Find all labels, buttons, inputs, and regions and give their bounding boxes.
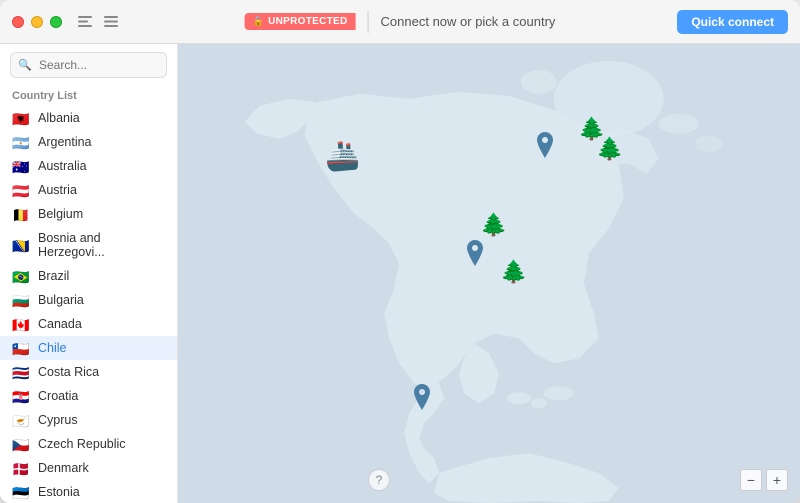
country-item[interactable]: 🇨🇦 Canada xyxy=(0,312,177,336)
titlebar: UNPROTECTED Connect now or pick a countr… xyxy=(0,0,800,44)
country-item[interactable]: 🇧🇦 Bosnia and Herzegovi... xyxy=(0,226,177,264)
map-area: 🌲 🌲 🌲 🌲 🚢 ? − + xyxy=(178,44,800,503)
country-flag: 🇩🇰 xyxy=(12,462,30,475)
submarine-icon: 🚢 xyxy=(324,138,362,174)
zoom-out-button[interactable]: − xyxy=(740,469,762,491)
country-name: Estonia xyxy=(38,485,80,499)
country-flag: 🇪🇪 xyxy=(12,486,30,499)
search-box: 🔍 xyxy=(10,52,167,78)
country-item[interactable]: 🇦🇱 Albania xyxy=(0,106,177,130)
country-item[interactable]: 🇩🇰 Denmark xyxy=(0,456,177,480)
close-button[interactable] xyxy=(12,16,24,28)
minimize-button[interactable] xyxy=(31,16,43,28)
tree-icon-3: 🌲 xyxy=(480,212,507,238)
country-name: Austria xyxy=(38,183,77,197)
quick-connect-button[interactable]: Quick connect xyxy=(677,10,788,34)
country-item[interactable]: 🇨🇿 Czech Republic xyxy=(0,432,177,456)
titlebar-icons xyxy=(76,13,120,31)
tree-icon-2: 🌲 xyxy=(596,136,623,162)
main-content: 🔍 Country List 🇦🇱 Albania 🇦🇷 Argentina 🇦🇺 Aus… xyxy=(0,44,800,503)
status-badge: UNPROTECTED xyxy=(245,13,356,30)
country-flag: 🇭🇷 xyxy=(12,390,30,403)
country-flag: 🇧🇪 xyxy=(12,208,30,221)
traffic-lights xyxy=(12,16,62,28)
country-item[interactable]: 🇦🇷 Argentina xyxy=(0,130,177,154)
country-item[interactable]: 🇦🇺 Australia xyxy=(0,154,177,178)
country-name: Albania xyxy=(38,111,80,125)
titlebar-center: UNPROTECTED Connect now or pick a countr… xyxy=(245,11,556,33)
country-flag: 🇨🇾 xyxy=(12,414,30,427)
search-wrapper: 🔍 xyxy=(10,52,167,78)
country-item[interactable]: 🇪🇪 Estonia xyxy=(0,480,177,503)
country-item[interactable]: 🇨🇷 Costa Rica xyxy=(0,360,177,384)
sidebar: 🔍 Country List 🇦🇱 Albania 🇦🇷 Argentina 🇦🇺 Aus… xyxy=(0,44,178,503)
connect-prompt: Connect now or pick a country xyxy=(381,14,556,29)
maximize-button[interactable] xyxy=(50,16,62,28)
country-name: Denmark xyxy=(38,461,89,475)
map-pin-3[interactable] xyxy=(412,384,432,415)
country-list: 🇦🇱 Albania 🇦🇷 Argentina 🇦🇺 Australia 🇦🇹 Austria… xyxy=(0,106,177,503)
help-button[interactable]: ? xyxy=(368,469,390,491)
country-name: Argentina xyxy=(38,135,92,149)
country-name: Belgium xyxy=(38,207,83,221)
country-flag: 🇦🇹 xyxy=(12,184,30,197)
menu-icon[interactable] xyxy=(102,13,120,31)
status-text: UNPROTECTED xyxy=(268,16,347,27)
country-flag: 🇨🇷 xyxy=(12,366,30,379)
country-name: Bulgaria xyxy=(38,293,84,307)
country-name: Brazil xyxy=(38,269,69,283)
country-name: Australia xyxy=(38,159,87,173)
country-name: Bosnia and Herzegovi... xyxy=(38,231,165,259)
country-flag: 🇧🇦 xyxy=(12,239,30,252)
country-flag: 🇦🇱 xyxy=(12,112,30,125)
tree-icon-4: 🌲 xyxy=(500,259,527,285)
map-pin-1[interactable] xyxy=(535,132,555,163)
search-icon: 🔍 xyxy=(18,59,32,72)
country-name: Canada xyxy=(38,317,82,331)
search-input[interactable] xyxy=(10,52,167,78)
map-svg xyxy=(178,44,800,503)
app-window: UNPROTECTED Connect now or pick a countr… xyxy=(0,0,800,503)
country-flag: 🇧🇷 xyxy=(12,270,30,283)
country-item[interactable]: 🇨🇱 Chile xyxy=(0,336,177,360)
country-item[interactable]: 🇧🇬 Bulgaria xyxy=(0,288,177,312)
status-divider xyxy=(368,11,369,33)
country-name: Croatia xyxy=(38,389,78,403)
map-pin-2[interactable] xyxy=(465,240,485,271)
country-name: Czech Republic xyxy=(38,437,126,451)
country-list-header: Country List xyxy=(0,86,177,106)
country-flag: 🇨🇱 xyxy=(12,342,30,355)
country-item[interactable]: 🇦🇹 Austria xyxy=(0,178,177,202)
zoom-in-button[interactable]: + xyxy=(766,469,788,491)
country-flag: 🇦🇺 xyxy=(12,160,30,173)
country-flag: 🇧🇬 xyxy=(12,294,30,307)
country-name: Costa Rica xyxy=(38,365,99,379)
country-name: Cyprus xyxy=(38,413,78,427)
country-item[interactable]: 🇧🇪 Belgium xyxy=(0,202,177,226)
country-item[interactable]: 🇧🇷 Brazil xyxy=(0,264,177,288)
country-flag: 🇦🇷 xyxy=(12,136,30,149)
map-controls: − + xyxy=(740,469,788,491)
country-name: Chile xyxy=(38,341,67,355)
country-flag: 🇨🇿 xyxy=(12,438,30,451)
tab-icon[interactable] xyxy=(76,13,94,31)
country-flag: 🇨🇦 xyxy=(12,318,30,331)
country-item[interactable]: 🇨🇾 Cyprus xyxy=(0,408,177,432)
country-item[interactable]: 🇭🇷 Croatia xyxy=(0,384,177,408)
